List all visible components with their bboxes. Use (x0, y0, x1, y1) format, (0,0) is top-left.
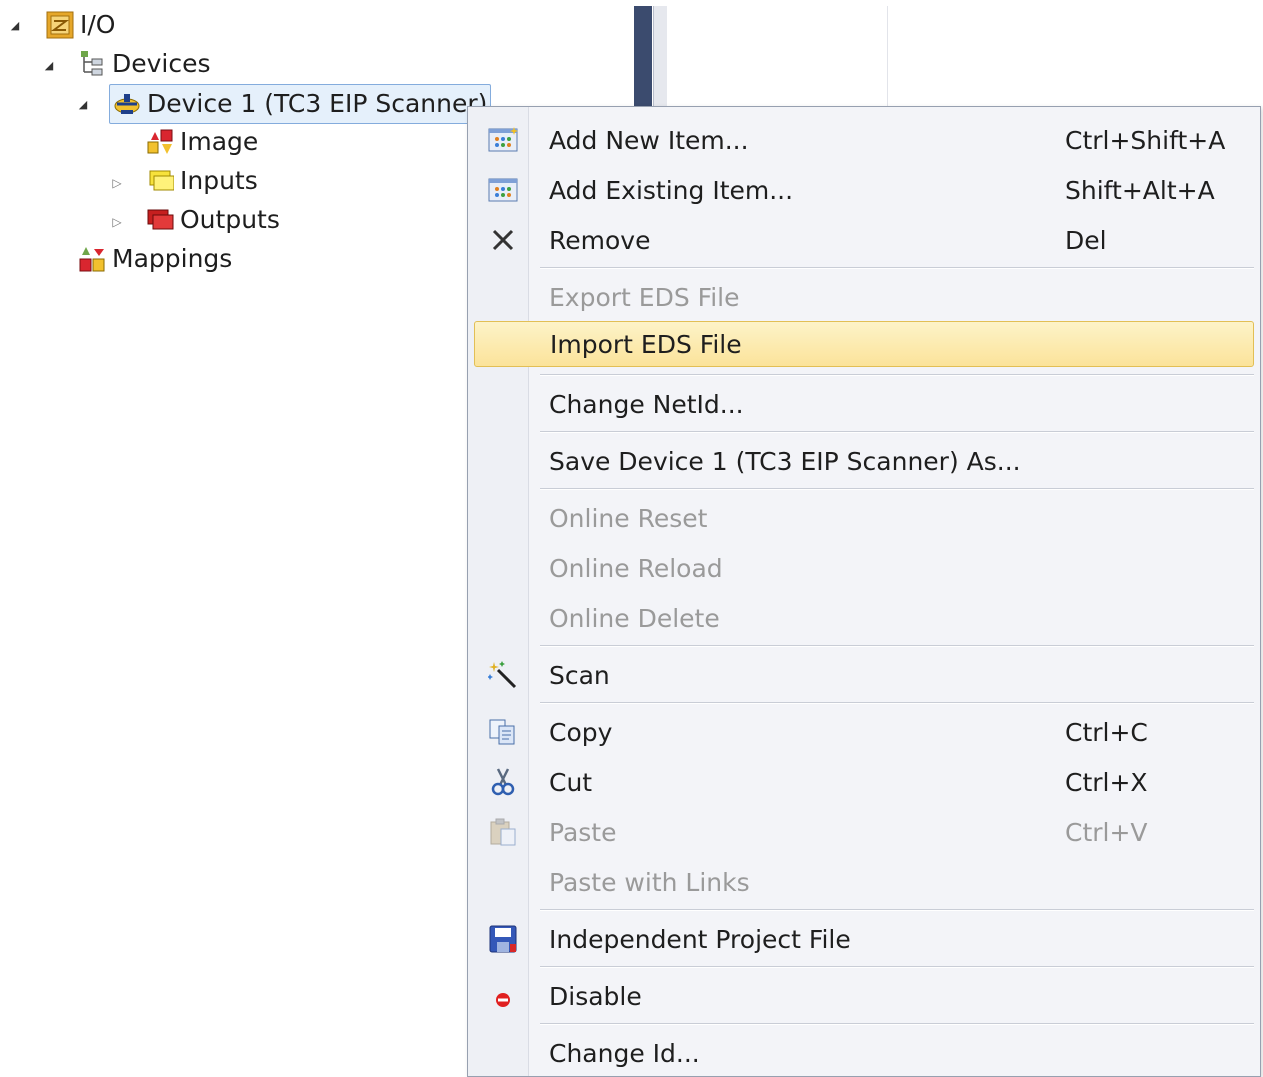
menu-item-copy[interactable]: Copy Ctrl+C (474, 709, 1254, 755)
menu-separator (540, 488, 1254, 490)
menu-separator (540, 645, 1254, 647)
tree-node-mappings[interactable]: Mappings (78, 241, 232, 277)
menu-item-shortcut: Ctrl+X (1065, 767, 1148, 797)
tree-node-label: Image (180, 127, 259, 156)
menu-item-paste-with-links[interactable]: Paste with Links (474, 859, 1254, 905)
close-x-icon (487, 224, 519, 256)
tree-node-label: Device 1 (TC3 EIP Scanner) (147, 89, 488, 118)
scissors-icon (487, 766, 519, 798)
menu-separator (540, 1023, 1254, 1025)
menu-item-label: Independent Project File (549, 924, 851, 954)
menu-item-add-existing-item[interactable]: Add Existing Item... Shift+Alt+A (474, 167, 1254, 213)
menu-item-paste[interactable]: Paste Ctrl+V (474, 809, 1254, 855)
menu-item-label: Change Id... (549, 1038, 700, 1068)
tree-node-io[interactable]: I/O (46, 7, 115, 43)
menu-item-shortcut: Del (1065, 225, 1107, 255)
image-icon (146, 128, 174, 156)
menu-item-label: Copy (549, 717, 613, 747)
menu-item-shortcut: Ctrl+C (1065, 717, 1148, 747)
menu-item-label: Paste (549, 817, 617, 847)
menu-item-label: Paste with Links (549, 867, 750, 897)
menu-separator (540, 267, 1254, 269)
tree-node-image[interactable]: Image (146, 124, 258, 160)
menu-item-shortcut: Ctrl+Shift+A (1065, 125, 1226, 155)
menu-item-shortcut: Ctrl+V (1065, 817, 1148, 847)
menu-item-label: Online Reset (549, 503, 708, 533)
add-new-item-icon (487, 124, 519, 156)
copy-icon (487, 716, 519, 748)
menu-item-label: Change NetId... (549, 389, 744, 419)
devices-icon (78, 50, 106, 78)
tree-node-label: Devices (112, 49, 211, 78)
menu-item-scan[interactable]: Scan (474, 652, 1254, 698)
menu-item-label: Online Delete (549, 603, 720, 633)
io-icon (46, 11, 74, 39)
save-disk-icon (487, 923, 519, 955)
expand-arrow-inputs[interactable]: ▷ (110, 176, 124, 190)
collapse-arrow-io[interactable]: ◢ (8, 18, 22, 32)
panel-splitter (634, 6, 652, 106)
menu-item-label: Scan (549, 660, 610, 690)
menu-item-disable[interactable]: Disable (474, 973, 1254, 1019)
panel-border (653, 6, 667, 106)
menu-item-cut[interactable]: Cut Ctrl+X (474, 759, 1254, 805)
menu-separator (540, 431, 1254, 433)
outputs-icon (146, 206, 174, 234)
menu-separator (540, 966, 1254, 968)
menu-item-label: Import EDS File (550, 329, 742, 359)
collapse-arrow-devices[interactable]: ◢ (42, 58, 56, 72)
tree-node-label: Outputs (180, 205, 280, 234)
menu-item-label: Remove (549, 225, 651, 255)
menu-item-change-id[interactable]: Change Id... (474, 1030, 1254, 1076)
ethernetip-device-icon (113, 90, 141, 118)
menu-separator (540, 374, 1254, 376)
tree-node-label: Mappings (112, 244, 233, 273)
menu-separator (540, 909, 1254, 911)
menu-item-label: Cut (549, 767, 593, 797)
menu-item-label: Add New Item... (549, 125, 749, 155)
tree-node-devices[interactable]: Devices (78, 46, 211, 82)
tree-node-inputs[interactable]: Inputs (146, 163, 258, 199)
menu-item-label: Export EDS File (549, 282, 740, 312)
menu-item-online-delete[interactable]: Online Delete (474, 595, 1254, 641)
menu-item-shortcut: Shift+Alt+A (1065, 175, 1215, 205)
menu-item-online-reload[interactable]: Online Reload (474, 545, 1254, 591)
add-existing-item-icon (487, 174, 519, 206)
menu-item-save-device-as[interactable]: Save Device 1 (TC3 EIP Scanner) As... (474, 438, 1254, 484)
menu-item-import-eds-file[interactable]: Import EDS File (474, 321, 1254, 367)
disable-icon (487, 980, 519, 1012)
menu-item-label: Add Existing Item... (549, 175, 794, 205)
tree-node-label: Inputs (180, 166, 258, 195)
menu-item-independent-project-file[interactable]: Independent Project File (474, 916, 1254, 962)
menu-item-online-reset[interactable]: Online Reset (474, 495, 1254, 541)
menu-item-label: Online Reload (549, 553, 723, 583)
menu-separator (540, 702, 1254, 704)
clipboard-paste-icon (487, 816, 519, 848)
magic-wand-icon (487, 659, 519, 691)
panel-divider (887, 6, 888, 106)
menu-item-add-new-item[interactable]: Add New Item... Ctrl+Shift+A (474, 117, 1254, 163)
collapse-arrow-device1[interactable]: ◢ (76, 97, 90, 111)
mappings-icon (78, 245, 106, 273)
menu-item-remove[interactable]: Remove Del (474, 217, 1254, 263)
menu-item-label: Save Device 1 (TC3 EIP Scanner) As... (549, 446, 1021, 476)
menu-item-label: Disable (549, 981, 642, 1011)
expand-arrow-outputs[interactable]: ▷ (110, 215, 124, 229)
tree-node-label: I/O (80, 10, 116, 39)
context-menu: Add New Item... Ctrl+Shift+A Add Existin… (467, 106, 1261, 1077)
menu-item-change-netid[interactable]: Change NetId... (474, 381, 1254, 427)
menu-item-export-eds-file[interactable]: Export EDS File (474, 274, 1254, 320)
tree-node-device1[interactable]: Device 1 (TC3 EIP Scanner) (109, 84, 492, 124)
inputs-icon (146, 167, 175, 195)
tree-node-outputs[interactable]: Outputs (146, 202, 280, 238)
